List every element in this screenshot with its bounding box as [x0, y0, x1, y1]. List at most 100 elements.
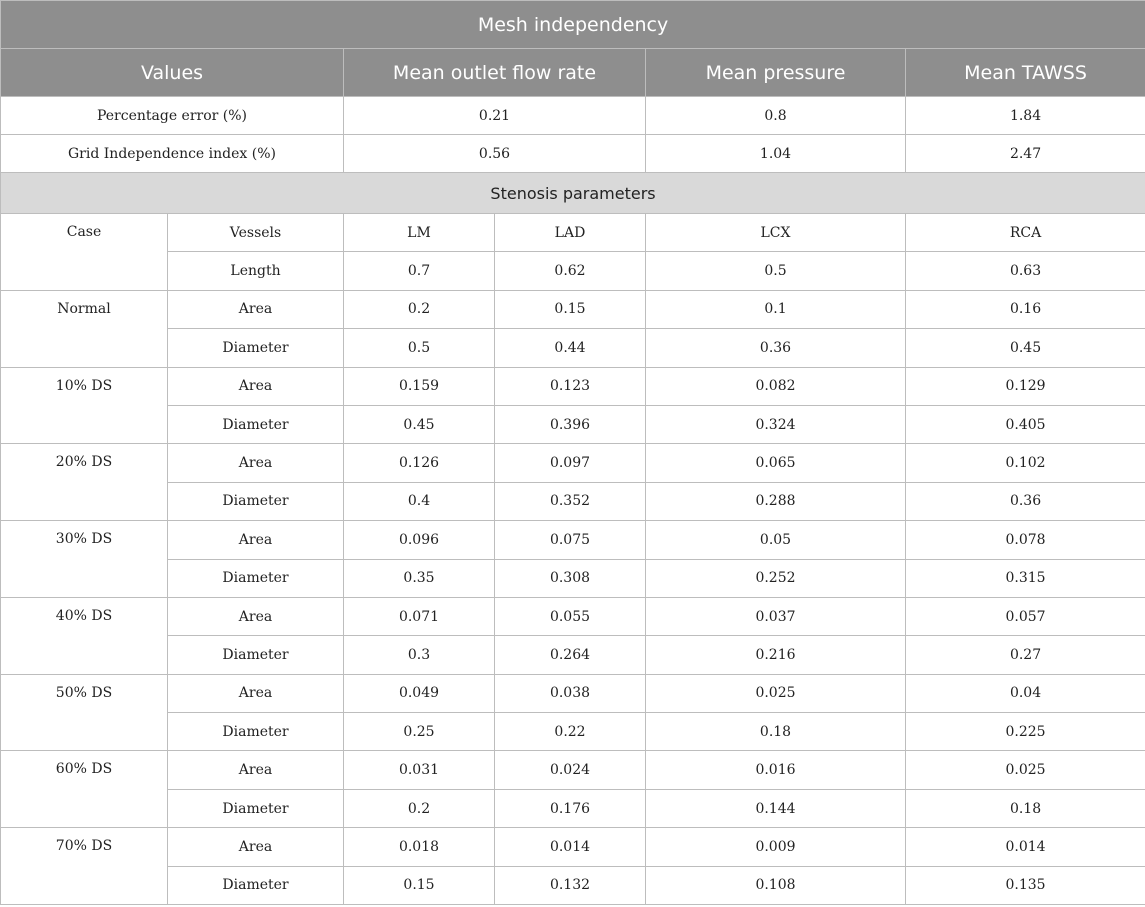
- cell-value: 0.62: [494, 251, 646, 291]
- cell-value: 0.129: [904, 366, 1145, 406]
- cell-value: 0.216: [645, 635, 906, 675]
- vessels-label: Vessels: [167, 212, 344, 253]
- table-row: Normal Area 0.2 0.15 0.1 0.16: [0, 289, 1145, 368]
- cell-value: 0.082: [645, 366, 906, 406]
- table-row: Diameter 0.15 0.132 0.108 0.135: [1, 865, 1145, 906]
- cell-value: 0.038: [494, 673, 646, 714]
- area-label: Area: [167, 289, 344, 330]
- cell-value: 1.84: [904, 96, 1145, 135]
- diameter-label: Diameter: [167, 404, 344, 445]
- cell-value: 0.055: [494, 596, 646, 637]
- case-name: 20% DS: [0, 443, 168, 522]
- cell-value: 0.108: [645, 865, 906, 906]
- diameter-label: Diameter: [167, 558, 344, 598]
- cell-value: 0.014: [494, 827, 646, 867]
- case-name: 30% DS: [0, 520, 168, 598]
- area-label: Area: [167, 366, 344, 406]
- cell-value: 0.3: [343, 635, 495, 675]
- table-row: Diameter 0.45 0.396 0.324 0.405: [1, 404, 1145, 445]
- case-name: 10% DS: [0, 366, 168, 445]
- vessel-lad: LAD: [494, 212, 646, 253]
- table-row: 50% DS Area 0.049 0.038 0.025 0.04: [0, 673, 1145, 752]
- row-label: Grid Independence index (%): [0, 134, 344, 173]
- cell-value: 0.315: [904, 558, 1145, 598]
- vessels-row: Case Vessels LM LAD LCX RCA: [0, 212, 1145, 291]
- cell-value: 0.36: [904, 481, 1145, 522]
- case-name: 50% DS: [0, 673, 168, 752]
- cell-value: 0.024: [494, 750, 646, 790]
- cell-value: 0.2: [343, 788, 495, 829]
- cell-value: 0.097: [494, 443, 646, 483]
- cell-value: 0.288: [645, 481, 906, 522]
- row-label: Percentage error (%): [0, 96, 344, 135]
- cell-value: 0.25: [343, 712, 495, 752]
- cell-value: 0.18: [904, 788, 1145, 829]
- cell-value: 0.135: [904, 865, 1145, 906]
- cell-value: 0.176: [494, 788, 646, 829]
- case-header: Case: [0, 213, 168, 291]
- cell-value: 0.22: [494, 712, 646, 752]
- cell-value: 0.36: [645, 328, 906, 368]
- cell-value: 0.35: [343, 558, 495, 598]
- cell-value: 0.45: [904, 328, 1145, 368]
- length-row: Length 0.7 0.62 0.5 0.63: [1, 251, 1145, 291]
- cell-value: 0.264: [494, 635, 646, 675]
- area-label: Area: [167, 673, 344, 714]
- cell-value: 0.031: [343, 750, 495, 790]
- header-mean-outlet-flow-rate: Mean outlet flow rate: [343, 48, 646, 97]
- cell-value: 0.21: [343, 96, 646, 135]
- vessel-lm: LM: [343, 212, 495, 253]
- cell-value: 0.2: [343, 289, 495, 330]
- diameter-label: Diameter: [167, 712, 344, 752]
- cell-value: 0.63: [904, 251, 1145, 291]
- cell-value: 0.5: [343, 328, 495, 368]
- cell-value: 1.04: [645, 134, 906, 173]
- table-row: 30% DS Area 0.096 0.075 0.05 0.078: [0, 520, 1145, 598]
- table-row: Diameter 0.25 0.22 0.18 0.225: [1, 712, 1145, 752]
- cell-value: 0.078: [904, 520, 1145, 560]
- cell-value: 0.18: [645, 712, 906, 752]
- cell-value: 0.27: [904, 635, 1145, 675]
- cell-value: 0.144: [645, 788, 906, 829]
- mesh-row-percentage-error: Percentage error (%) 0.21 0.8 1.84: [0, 96, 1145, 135]
- cell-value: 0.1: [645, 289, 906, 330]
- table-row: Diameter 0.35 0.308 0.252 0.315: [1, 558, 1145, 598]
- cell-value: 0.025: [645, 673, 906, 714]
- cell-value: 0.324: [645, 404, 906, 445]
- cell-value: 0.016: [645, 750, 906, 790]
- stenosis-body: Case Vessels LM LAD LCX RCA Length 0.7 0…: [0, 212, 1145, 906]
- cell-value: 0.225: [904, 712, 1145, 752]
- cell-value: 0.049: [343, 673, 495, 714]
- diameter-label: Diameter: [167, 635, 344, 675]
- diameter-label: Diameter: [167, 865, 344, 906]
- vessel-lcx: LCX: [645, 212, 906, 253]
- cell-value: 0.075: [494, 520, 646, 560]
- cell-value: 0.7: [343, 251, 495, 291]
- area-label: Area: [167, 443, 344, 483]
- cell-value: 0.396: [494, 404, 646, 445]
- mesh-row-grid-independence: Grid Independence index (%) 0.56 1.04 2.…: [0, 134, 1145, 173]
- table-title: Mesh independency: [0, 0, 1145, 49]
- case-name: 40% DS: [0, 596, 168, 675]
- parameters-table: Mesh independency Values Mean outlet flo…: [0, 0, 1145, 906]
- case-name: Normal: [0, 289, 168, 368]
- mesh-header-row: Values Mean outlet flow rate Mean pressu…: [0, 48, 1145, 97]
- diameter-label: Diameter: [167, 328, 344, 368]
- table-row: 10% DS Area 0.159 0.123 0.082 0.129: [0, 366, 1145, 445]
- stenosis-section-row: Stenosis parameters: [0, 172, 1145, 214]
- table-row: 70% DS Area 0.018 0.014 0.009 0.014: [0, 827, 1145, 906]
- cell-value: 0.15: [494, 289, 646, 330]
- diameter-label: Diameter: [167, 481, 344, 522]
- area-label: Area: [167, 520, 344, 560]
- cell-value: 0.159: [343, 366, 495, 406]
- area-label: Area: [167, 750, 344, 790]
- cell-value: 0.014: [904, 827, 1145, 867]
- case-name: 70% DS: [0, 827, 168, 906]
- cell-value: 0.352: [494, 481, 646, 522]
- cell-value: 0.8: [645, 96, 906, 135]
- cell-value: 0.071: [343, 596, 495, 637]
- cell-value: 0.057: [904, 596, 1145, 637]
- cell-value: 0.252: [645, 558, 906, 598]
- cell-value: 0.132: [494, 865, 646, 906]
- cell-value: 0.009: [645, 827, 906, 867]
